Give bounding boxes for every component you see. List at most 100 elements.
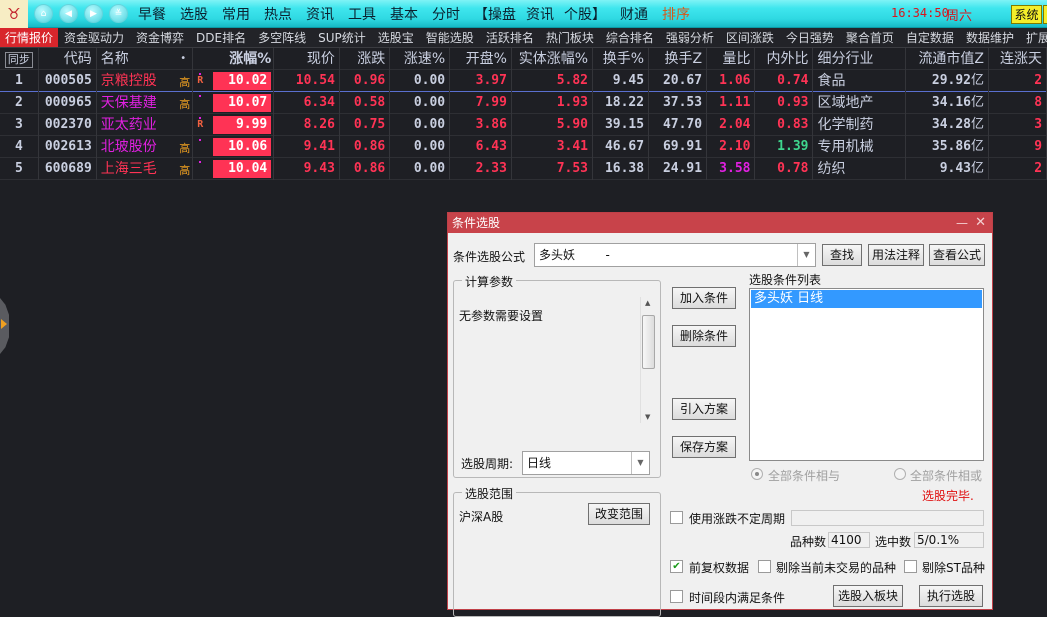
home-icon[interactable]: ⌂: [34, 4, 53, 23]
table-row[interactable]: 3 002370 亚太药业 R 9.99 8.26 0.75 0.00 3.86 5.90 39.1…: [0, 114, 1047, 136]
col-volume-ratio[interactable]: 量比: [707, 48, 756, 70]
menu-caitong[interactable]: 财通: [620, 4, 648, 24]
col-body-pct[interactable]: 实体涨幅%: [512, 48, 594, 70]
menu-news-2[interactable]: 资讯: [526, 4, 554, 24]
table-row[interactable]: 5 600689 上海三毛高 10.04 9.43 0.86 0.00 2.33 7.53 16.…: [0, 158, 1047, 180]
menu-tools[interactable]: 工具: [348, 4, 376, 24]
menu-intraday[interactable]: 分时: [432, 4, 460, 24]
radio-and[interactable]: [751, 468, 763, 480]
tab-data-maintenance[interactable]: 数据维护: [960, 28, 1020, 47]
change-scope-button[interactable]: 改变范围: [588, 503, 650, 525]
row-index: 5: [0, 158, 39, 180]
tab-smart-pick[interactable]: 智能选股: [420, 28, 480, 47]
chevron-down-icon[interactable]: ▼: [797, 244, 815, 266]
period-select[interactable]: 日线 ▼: [522, 451, 650, 475]
col-up-days[interactable]: 连涨天: [989, 48, 1047, 70]
table-row[interactable]: 2 000965 天保基建 高 10.07 6.34 0.58 0.00 7.99 1.93 18.…: [0, 92, 1047, 114]
menu-common[interactable]: 常用: [222, 4, 250, 24]
system-button[interactable]: 系统: [1011, 5, 1042, 24]
tab-long-short[interactable]: 多空阵线: [252, 28, 312, 47]
turnover-z: 20.67: [649, 70, 708, 92]
tab-hot-sectors[interactable]: 热门板块: [540, 28, 600, 47]
volume-ratio: 2.10: [707, 136, 756, 158]
tab-fund-driver[interactable]: 资金驱动力: [58, 28, 130, 47]
import-plan-button[interactable]: 引入方案: [672, 398, 736, 420]
formula-select[interactable]: 多头妖 - ▼: [534, 243, 816, 267]
formula-value: 多头妖 -: [539, 248, 610, 262]
col-price[interactable]: 现价: [274, 48, 340, 70]
scroll-thumb[interactable]: [642, 315, 655, 369]
menu-trading[interactable]: 【操盘: [474, 4, 516, 24]
dialog-title: 条件选股: [452, 216, 501, 230]
condition-list[interactable]: 多头妖 日线: [749, 288, 984, 461]
tab-active-rank[interactable]: 活跃排名: [480, 28, 540, 47]
market-cap-unit: 亿: [971, 139, 985, 154]
scroll-up-icon[interactable]: ▲: [645, 299, 650, 307]
view-formula-button[interactable]: 查看公式: [929, 244, 985, 266]
tab-stock-treasure[interactable]: 选股宝: [372, 28, 420, 47]
col-code[interactable]: 代码: [39, 48, 97, 70]
col-change[interactable]: 涨跌: [340, 48, 391, 70]
usage-notes-button[interactable]: 用法注释: [868, 244, 924, 266]
exclude-untraded-checkbox[interactable]: [758, 560, 771, 573]
menu-news[interactable]: 资讯: [306, 4, 334, 24]
tab-dde-rank[interactable]: DDE排名: [190, 28, 252, 47]
col-industry[interactable]: 细分行业: [813, 48, 907, 70]
col-turnover-z[interactable]: 换手Z: [649, 48, 708, 70]
close-icon[interactable]: ✕: [975, 213, 986, 233]
table-row[interactable]: 4 002613 北玻股份 高 10.06 9.41 0.86 0.00 6.43 3.41 46.…: [0, 136, 1047, 158]
forward-adjust-checkbox[interactable]: ✔: [670, 560, 683, 573]
dialog-titlebar[interactable]: 条件选股 — ✕: [448, 213, 992, 233]
speed: 0.00: [390, 114, 451, 136]
col-speed[interactable]: 涨速%: [390, 48, 451, 70]
tab-sup-stats[interactable]: SUP统计: [312, 28, 372, 47]
variable-period-checkbox[interactable]: [670, 511, 683, 524]
col-market-cap[interactable]: 流通市值Z: [906, 48, 990, 70]
menu-stock-pick[interactable]: 选股: [180, 4, 208, 24]
tab-overall-rank[interactable]: 综合排名: [600, 28, 660, 47]
condition-list-item[interactable]: 多头妖 日线: [751, 290, 982, 308]
find-button[interactable]: 查找: [822, 244, 862, 266]
col-pct[interactable]: 涨幅%: [193, 48, 275, 70]
open-pct: 3.86: [450, 114, 512, 136]
menu-hotspot[interactable]: 热点: [264, 4, 292, 24]
col-turnover[interactable]: 换手%: [593, 48, 650, 70]
pick-to-block-button[interactable]: 选股入板块: [833, 585, 903, 607]
tab-today-strong[interactable]: 今日强势: [780, 28, 840, 47]
radio-or[interactable]: [894, 468, 906, 480]
sync-button[interactable]: 同步: [4, 52, 33, 68]
add-condition-button[interactable]: 加入条件: [672, 287, 736, 309]
col-in-out-ratio[interactable]: 内外比: [755, 48, 814, 70]
save-plan-button[interactable]: 保存方案: [672, 436, 736, 458]
col-open[interactable]: 开盘%: [450, 48, 512, 70]
tab-range-change[interactable]: 区间涨跌: [720, 28, 780, 47]
bull-logo-icon[interactable]: ♉: [0, 0, 28, 28]
stock-code: 000505: [39, 70, 97, 92]
tab-fund-game[interactable]: 资金博弈: [130, 28, 190, 47]
expand-down-icon[interactable]: ≚: [109, 4, 128, 23]
back-icon[interactable]: ◀: [59, 4, 78, 23]
menu-sort[interactable]: 排序: [662, 4, 690, 24]
col-name[interactable]: 名称 •: [97, 48, 194, 70]
menu-basic[interactable]: 基本: [390, 4, 418, 24]
params-scrollbar[interactable]: ▲ ▼: [640, 297, 656, 423]
chevron-down-icon[interactable]: ▼: [631, 452, 649, 474]
execute-pick-button[interactable]: 执行选股: [919, 585, 983, 607]
delete-condition-button[interactable]: 删除条件: [672, 325, 736, 347]
tab-aggregate-home[interactable]: 聚合首页: [840, 28, 900, 47]
menu-breakfast[interactable]: 早餐: [138, 4, 166, 24]
variable-period-field: [791, 510, 984, 526]
menu-stock[interactable]: 个股】: [564, 4, 606, 24]
expand-right-icon[interactable]: [1, 319, 7, 329]
extra-button[interactable]: [1043, 5, 1047, 24]
tab-extend[interactable]: 扩展: [1020, 28, 1047, 47]
table-row[interactable]: 1 000505 京粮控股 高 R 10.02 10.54 0.96 0.00 3.97 5.82 9…: [0, 70, 1047, 92]
tab-custom-data[interactable]: 自定数据: [900, 28, 960, 47]
minimize-icon[interactable]: —: [956, 213, 968, 233]
period-satisfy-checkbox[interactable]: [670, 590, 683, 603]
exclude-st-checkbox[interactable]: [904, 560, 917, 573]
scroll-down-icon[interactable]: ▼: [645, 413, 650, 421]
forward-icon[interactable]: ▶: [84, 4, 103, 23]
tab-quotes[interactable]: 行情报价: [0, 28, 59, 47]
tab-strength[interactable]: 强弱分析: [660, 28, 720, 47]
